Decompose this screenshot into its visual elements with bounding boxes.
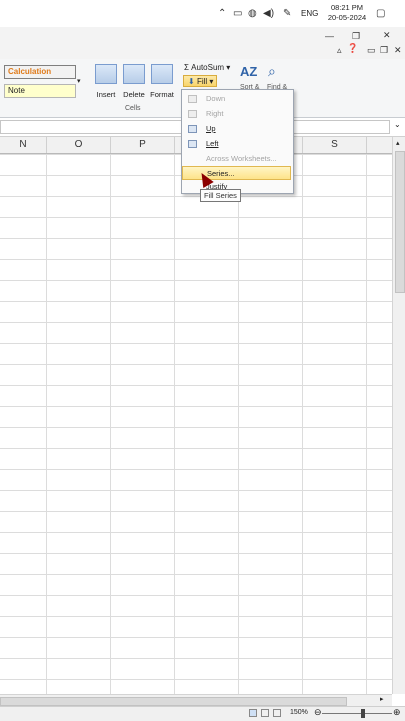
column-divider	[174, 154, 175, 694]
zoom-in-icon[interactable]: ⊕	[393, 707, 401, 718]
menu-item-left[interactable]: Left	[182, 137, 291, 151]
fill-down-icon	[188, 95, 197, 103]
language-indicator[interactable]: ENG	[301, 9, 318, 18]
column-header-o[interactable]: O	[47, 137, 111, 153]
system-taskbar: ⌃ ▭ ◍ ◀) ✎ ENG 08:21 PM 20-05-2024 ▢	[0, 0, 405, 28]
fill-left-icon	[188, 140, 197, 148]
menu-item-up[interactable]: Up	[182, 122, 291, 136]
delete-label: Delete	[123, 90, 145, 99]
menu-item-down[interactable]: Down	[182, 92, 291, 106]
zoom-slider[interactable]	[322, 713, 392, 714]
fill-label: Fill	[196, 77, 208, 86]
cells-group-label: Cells	[125, 105, 141, 112]
page-break-view-icon[interactable]	[273, 709, 281, 717]
minimize-icon[interactable]: —	[325, 31, 334, 41]
horizontal-scroll-thumb[interactable]	[0, 697, 347, 706]
column-header-p[interactable]: P	[111, 137, 175, 153]
worksheet-grid[interactable]: N O P Q R S	[0, 137, 392, 694]
cell-area[interactable]	[0, 154, 392, 694]
fill-button[interactable]: ⬇ Fill ▾	[183, 75, 217, 87]
vertical-scrollbar[interactable]: ▴	[392, 137, 405, 694]
globe-icon[interactable]: ◍	[248, 8, 257, 19]
chevron-up-icon[interactable]: ⌃	[218, 8, 226, 19]
fill-up-icon	[188, 125, 197, 133]
delete-icon	[123, 64, 145, 84]
menu-item-label: Across Worksheets...	[206, 154, 277, 163]
formula-expand-icon[interactable]: ⌄	[394, 120, 401, 129]
wb-restore-icon[interactable]: ❐	[380, 45, 388, 56]
normal-view-icon[interactable]	[249, 709, 257, 717]
format-icon	[151, 64, 173, 84]
style-note[interactable]: Note	[4, 84, 76, 98]
restore-icon[interactable]: ❐	[352, 31, 360, 42]
notification-icon[interactable]: ▢	[376, 8, 385, 19]
menu-item-across-worksheets[interactable]: Across Worksheets...	[182, 152, 291, 166]
zoom-slider-thumb[interactable]	[361, 709, 365, 718]
column-divider	[238, 154, 239, 694]
vertical-scroll-thumb[interactable]	[395, 151, 405, 293]
menu-item-label: Left	[206, 139, 219, 148]
wb-close-icon[interactable]: ✕	[394, 45, 402, 56]
scroll-right-icon[interactable]: ▸	[380, 695, 384, 703]
page-layout-view-icon[interactable]	[261, 709, 269, 717]
help-icon[interactable]: ❓	[347, 43, 358, 54]
format-button[interactable]: Format	[149, 64, 175, 99]
autosum-button[interactable]: Σ AutoSum ▾	[184, 63, 230, 72]
autosum-label: AutoSum	[191, 63, 225, 72]
window-caption: — ❐ ✕ ▵ ❓ ▭ ❐ ✕	[0, 27, 405, 59]
column-divider	[366, 154, 367, 694]
wb-minimize-icon[interactable]: ▭	[367, 45, 376, 56]
menu-item-label: Right	[206, 109, 224, 118]
column-divider	[302, 154, 303, 694]
delete-button[interactable]: Delete	[121, 64, 147, 99]
menu-item-label: Up	[206, 124, 216, 133]
column-divider	[110, 154, 111, 694]
column-header-s[interactable]: S	[303, 137, 367, 153]
fill-right-icon	[188, 110, 197, 118]
volume-icon[interactable]: ◀)	[263, 8, 274, 19]
insert-icon	[95, 64, 117, 84]
clock-time: 08:21 PM	[330, 3, 364, 12]
scroll-up-icon[interactable]: ▴	[396, 139, 400, 147]
binoculars-icon[interactable]: ⌕	[268, 63, 276, 80]
column-divider	[46, 154, 47, 694]
clock[interactable]: 08:21 PM 20-05-2024	[323, 3, 371, 23]
pen-icon[interactable]: ✎	[283, 8, 291, 19]
clock-date: 20-05-2024	[327, 13, 367, 22]
insert-button[interactable]: Insert	[93, 64, 119, 99]
insert-label: Insert	[96, 90, 116, 99]
close-icon[interactable]: ✕	[383, 30, 391, 41]
status-bar: 150% ⊖ ⊕	[0, 706, 405, 721]
styles-more-icon[interactable]: ▾	[77, 77, 81, 85]
tooltip: Fill Series	[200, 189, 241, 202]
menu-item-label: Down	[206, 94, 226, 103]
format-label: Format	[150, 90, 174, 99]
menu-item-right[interactable]: Right	[182, 107, 291, 121]
zoom-out-icon[interactable]: ⊖	[314, 707, 322, 718]
column-header-n[interactable]: N	[0, 137, 47, 153]
sort-filter-icon[interactable]: AZ	[240, 64, 257, 79]
zoom-level[interactable]: 150%	[290, 709, 308, 716]
style-calculation[interactable]: Calculation	[4, 65, 76, 79]
ribbon-collapse-icon[interactable]: ▵	[337, 45, 342, 56]
fill-icon: ⬇	[188, 77, 195, 86]
monitor-icon[interactable]: ▭	[233, 8, 242, 19]
